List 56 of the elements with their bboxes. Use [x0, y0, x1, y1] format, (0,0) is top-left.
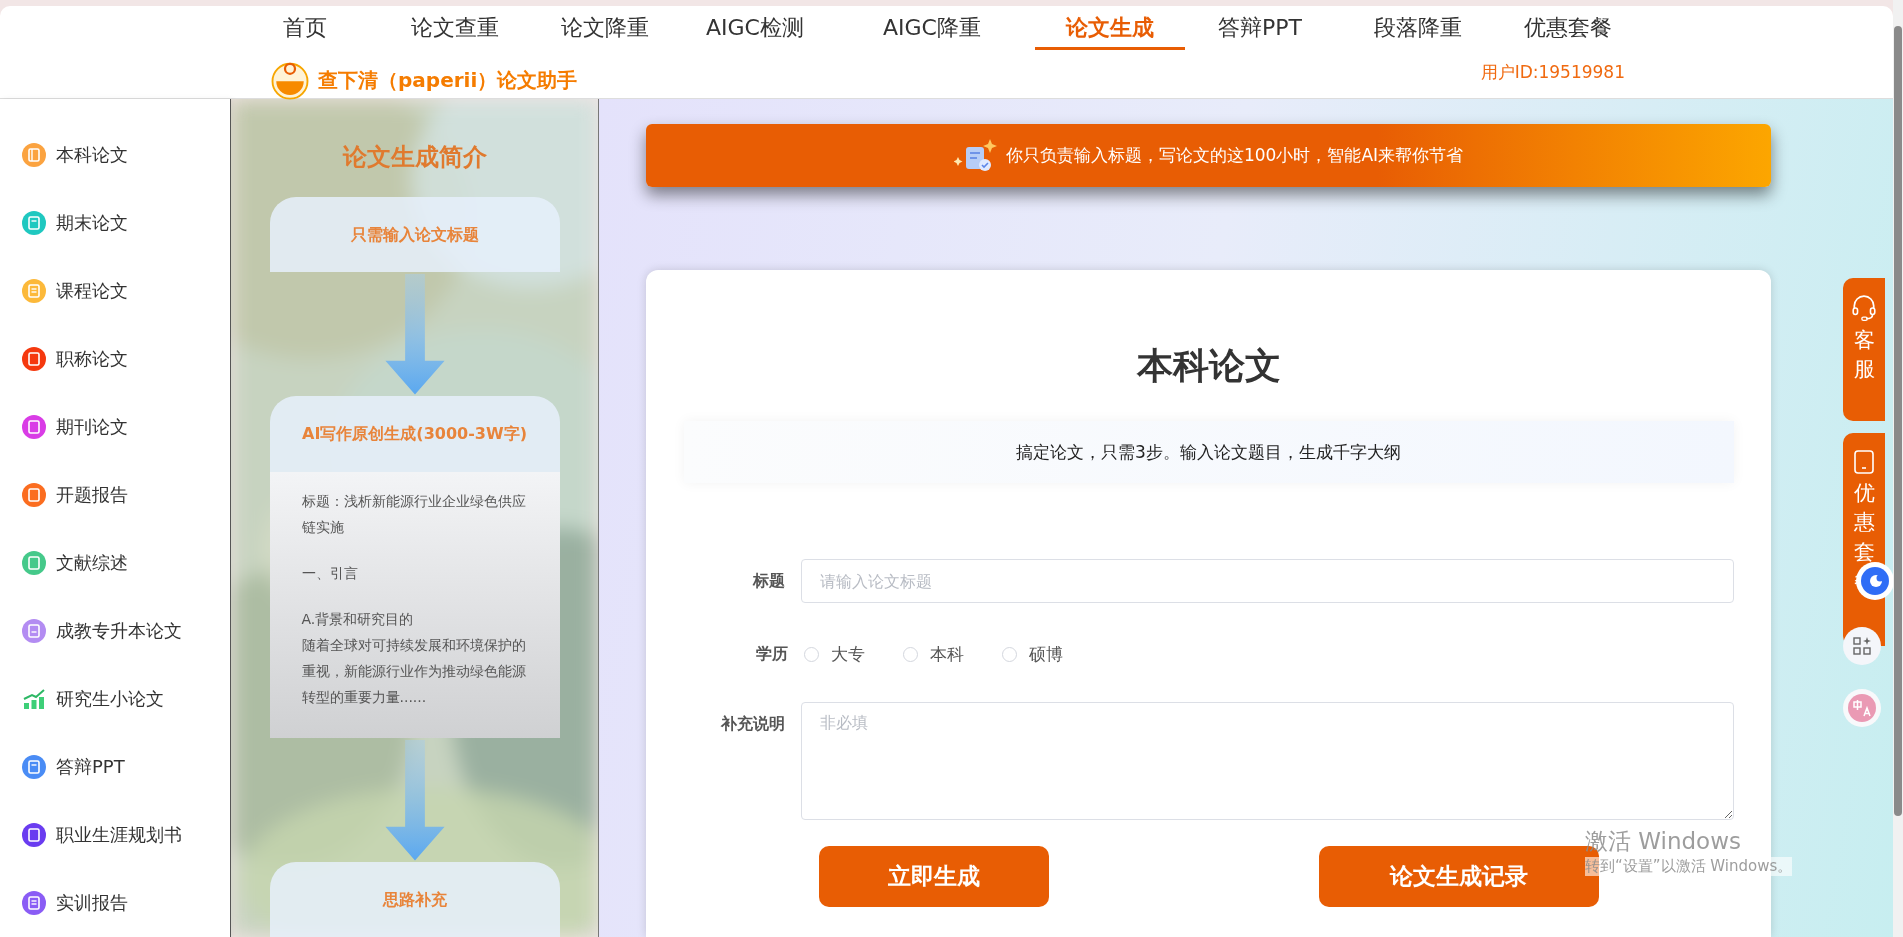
field-label: 学历 — [754, 644, 789, 665]
radio-option[interactable]: 硕博 — [1001, 643, 1063, 666]
sidebar-item[interactable]: 期末论文 — [0, 189, 230, 257]
banner-text: 你只负责输入标题，写论文的这100小时，智能AI来帮你节省 — [1005, 144, 1464, 167]
subtitle-box: 搞定论文，只需3步。输入论文题目，生成千字大纲 — [683, 421, 1734, 483]
radio-label: 本科 — [929, 643, 964, 666]
sidebar-item[interactable]: 职业生涯规划书 — [0, 801, 230, 869]
sample-text: A.背景和研究目的 — [301, 610, 415, 630]
headset-icon — [1851, 294, 1877, 322]
nav-tab[interactable]: 答辩PPT — [1185, 13, 1335, 50]
radio-label: 大专 — [830, 643, 865, 666]
user-id: 用户ID:19519981 — [1480, 60, 1625, 84]
sidebar-item[interactable]: 期刊论文 — [0, 393, 230, 461]
logo-icon — [270, 60, 310, 100]
nav-tab[interactable]: 论文查重 — [380, 13, 530, 50]
nav-tab[interactable]: 论文降重 — [530, 13, 680, 50]
tab-label: 客服 — [1853, 327, 1875, 384]
brand-name: 查下清（paperii）论文助手 — [318, 66, 578, 94]
sidebar-item[interactable]: 成教专升本论文 — [0, 597, 230, 665]
intro-title: 论文生成简介 — [342, 142, 487, 173]
sidebar-item[interactable]: 课程论文 — [0, 257, 230, 325]
sample-text: 一、引言 — [301, 564, 359, 584]
sample-text: 标题：浅析新能源行业企业绿色供应链实施 — [301, 492, 527, 538]
nav-tab[interactable]: 段落降重 — [1343, 13, 1493, 50]
radio-option[interactable]: 大专 — [803, 643, 865, 666]
step-title: 只需输入论文标题 — [350, 224, 479, 246]
sidebar-item[interactable]: 答辩PPT — [0, 733, 230, 801]
action-button[interactable]: 立即生成 — [818, 846, 1049, 907]
step-title: AI写作原创生成(3000-3W字) — [302, 423, 527, 445]
customer-service-tab[interactable]: 客服 — [1843, 278, 1885, 421]
sidebar-item[interactable]: 开题报告 — [0, 461, 230, 529]
tablet-icon — [1852, 449, 1876, 475]
field-label: 补充说明 — [720, 713, 787, 735]
sidebar-item[interactable]: 研究生小论文 — [0, 665, 230, 733]
field-label: 标题 — [751, 570, 787, 592]
title-input[interactable]: 请输入论文标题 — [801, 559, 1734, 603]
sample-text: 随着全球对可持续发展和环境保护的重视，新能源行业作为推动绿色能源转型的重要力量...... — [301, 636, 527, 708]
radio-label: 硕博 — [1028, 643, 1063, 666]
translate-icon[interactable] — [1842, 688, 1882, 728]
sidebar-item[interactable]: 文献综述 — [0, 529, 230, 597]
nav-tab[interactable]: AIGC降重 — [857, 13, 1007, 50]
sidebar-item[interactable]: 实训报告 — [0, 869, 230, 937]
form-title: 本科论文 — [1136, 344, 1281, 388]
sidebar-item[interactable]: 本科论文 — [0, 121, 230, 189]
nav-tab[interactable]: 优惠套餐 — [1493, 13, 1643, 50]
radio-option[interactable]: 本科 — [902, 643, 964, 666]
nav-tab[interactable]: 首页 — [230, 13, 380, 50]
nav-tab[interactable]: 论文生成 — [1035, 13, 1185, 50]
sparkle-document-icon — [953, 138, 998, 173]
step-title: 思路补充 — [382, 889, 447, 911]
assistant-icon[interactable] — [1855, 561, 1895, 601]
nav-tab[interactable]: AIGC检测 — [680, 13, 830, 50]
sidebar-item[interactable]: 职称论文 — [0, 325, 230, 393]
notes-textarea[interactable]: 非必填 — [801, 702, 1734, 820]
scrollbar[interactable] — [1893, 0, 1903, 937]
apps-icon[interactable] — [1842, 626, 1882, 666]
